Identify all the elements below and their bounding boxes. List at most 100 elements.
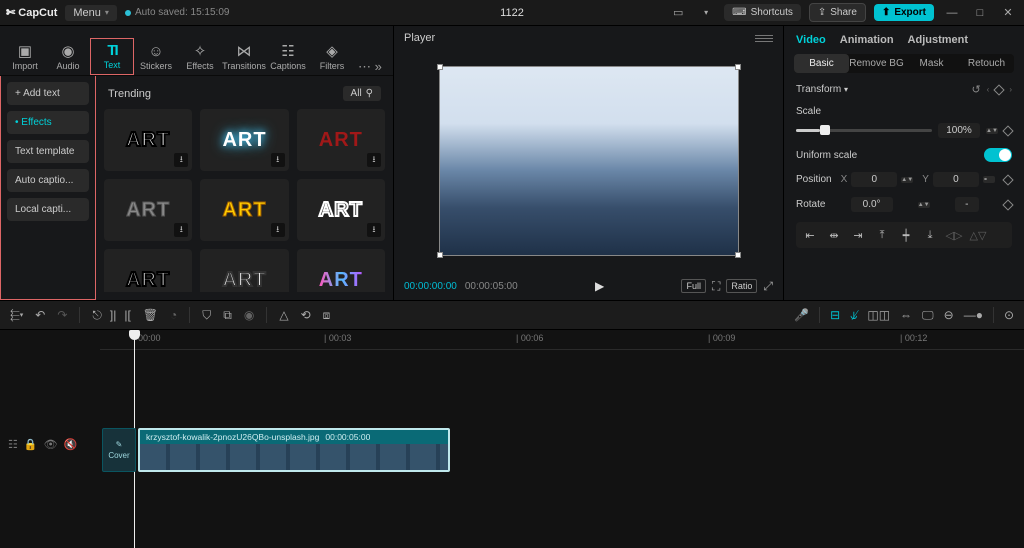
tab-transitions[interactable]: ⋈ Transitions bbox=[222, 40, 266, 75]
effect-thumb[interactable]: ART⭳ bbox=[297, 179, 385, 241]
expand-icon[interactable]: ⛶ bbox=[712, 279, 720, 294]
tab-filters[interactable]: ◈ Filters bbox=[310, 40, 354, 75]
download-icon[interactable]: ⭳ bbox=[271, 223, 285, 237]
layout-chevron-icon[interactable]: ▾ bbox=[696, 3, 716, 23]
play-button[interactable]: ▶ bbox=[595, 279, 604, 293]
pos-y-stepper[interactable]: ⚭ bbox=[983, 176, 995, 183]
subnav-effects[interactable]: • Effects bbox=[7, 111, 89, 134]
maximize-button[interactable]: □ bbox=[970, 3, 990, 23]
effect-thumb[interactable]: ART bbox=[200, 249, 288, 292]
minimize-button[interactable]: — bbox=[942, 3, 962, 23]
effect-thumb[interactable]: ART⭳ bbox=[104, 109, 192, 171]
gallery-filter-all[interactable]: All ⚲ bbox=[343, 86, 381, 101]
fullscreen-icon[interactable]: ⤢ bbox=[763, 279, 773, 294]
scale-value[interactable]: 100% bbox=[938, 123, 980, 138]
effect-thumb[interactable]: ART⭳ bbox=[297, 109, 385, 171]
download-icon[interactable]: ⭳ bbox=[367, 223, 381, 237]
marker-icon[interactable]: ◔ bbox=[170, 308, 177, 322]
next-keyframe-icon[interactable]: › bbox=[1009, 85, 1012, 94]
select-tool-icon[interactable]: ⬱ ▾ bbox=[10, 308, 23, 323]
pos-y-input[interactable]: 0 bbox=[933, 172, 979, 187]
tab-audio[interactable]: ◉ Audio bbox=[46, 40, 90, 75]
track-settings-icon[interactable]: ☷ bbox=[8, 438, 18, 451]
ratio-button[interactable]: Ratio bbox=[726, 279, 757, 293]
scale-slider[interactable] bbox=[796, 129, 932, 132]
effect-thumb[interactable]: ART bbox=[104, 249, 192, 292]
pos-x-stepper[interactable]: ▲▼ bbox=[901, 177, 913, 183]
close-button[interactable]: ✕ bbox=[998, 3, 1018, 23]
download-icon[interactable]: ⭳ bbox=[174, 153, 188, 167]
layout-icon[interactable]: ▭ bbox=[668, 3, 688, 23]
rotate-stepper[interactable]: ▲▼ bbox=[918, 202, 930, 208]
flip-h-icon[interactable]: ◁▷ bbox=[944, 226, 964, 244]
align-clip-icon[interactable]: ⇔ bbox=[900, 308, 912, 322]
subnav-auto-captions[interactable]: Auto captio... bbox=[7, 169, 89, 192]
shortcuts-button[interactable]: ⌨ Shortcuts bbox=[724, 4, 801, 21]
mirror-icon[interactable]: △ bbox=[279, 308, 288, 322]
inspector-tab-video[interactable]: Video bbox=[796, 34, 826, 46]
tab-stickers[interactable]: ☺ Stickers bbox=[134, 40, 178, 75]
tab-captions[interactable]: ☷ Captions bbox=[266, 40, 310, 75]
player-menu-icon[interactable] bbox=[755, 35, 773, 42]
menu-button[interactable]: Menu ▾ bbox=[65, 5, 117, 21]
cover-button[interactable]: ✎ Cover bbox=[102, 428, 136, 472]
full-button[interactable]: Full bbox=[681, 279, 706, 293]
scale-keyframe-icon[interactable] bbox=[1002, 125, 1013, 136]
mic-icon[interactable]: 🎤 bbox=[794, 308, 809, 322]
subnav-add-text[interactable]: + Add text bbox=[7, 82, 89, 105]
effect-thumb[interactable]: ART⭳ bbox=[200, 109, 288, 171]
more-tabs-icon[interactable]: ⋯ » bbox=[354, 59, 386, 75]
align-top-icon[interactable]: ⤒ bbox=[872, 226, 892, 244]
scale-stepper[interactable]: ▲▼ bbox=[986, 128, 998, 134]
rotate-unit[interactable]: - bbox=[955, 197, 979, 212]
rotate-keyframe-icon[interactable] bbox=[1002, 199, 1013, 210]
inspector-tab-animation[interactable]: Animation bbox=[840, 34, 894, 46]
player-viewport[interactable] bbox=[394, 50, 783, 272]
zoom-out-icon[interactable]: ⊖ bbox=[944, 308, 954, 322]
export-button[interactable]: ⬆ Export bbox=[874, 4, 934, 21]
split-right-icon[interactable]: |[ bbox=[124, 308, 130, 322]
inspector-tab-adjustment[interactable]: Adjustment bbox=[908, 34, 969, 46]
split-left-icon[interactable]: ]| bbox=[110, 308, 116, 322]
subtab-basic[interactable]: Basic bbox=[794, 54, 849, 73]
align-vcenter-icon[interactable]: ┿ bbox=[896, 226, 916, 244]
link-icon[interactable]: ◫◫ bbox=[867, 308, 890, 322]
handle-tr[interactable] bbox=[735, 64, 741, 70]
record-icon[interactable]: ◉ bbox=[244, 308, 254, 322]
keyframe-icon[interactable] bbox=[994, 84, 1005, 95]
download-icon[interactable]: ⭳ bbox=[174, 223, 188, 237]
tab-effects[interactable]: ✧ Effects bbox=[178, 40, 222, 75]
magnet-on-icon[interactable]: ⊟ bbox=[830, 308, 840, 322]
handle-tl[interactable] bbox=[437, 64, 443, 70]
flip-v-icon[interactable]: △▽ bbox=[968, 226, 988, 244]
align-hcenter-icon[interactable]: ⇹ bbox=[824, 226, 844, 244]
snap-icon[interactable]: ⫝̸ bbox=[850, 308, 857, 323]
pos-x-input[interactable]: 0 bbox=[851, 172, 897, 187]
timeline-clip[interactable]: krzysztof-kowalik-2pnozU26QBo-unsplash.j… bbox=[138, 428, 450, 472]
crop-icon[interactable]: ⧈ bbox=[323, 308, 331, 323]
shield-icon[interactable]: ⛉ bbox=[202, 308, 211, 323]
handle-br[interactable] bbox=[735, 252, 741, 258]
subtab-removebg[interactable]: Remove BG bbox=[849, 54, 904, 73]
subtab-retouch[interactable]: Retouch bbox=[959, 54, 1014, 73]
track-visible-icon[interactable]: 👁 bbox=[44, 438, 58, 451]
align-left-icon[interactable]: ⇤ bbox=[800, 226, 820, 244]
rotate-value[interactable]: 0.0° bbox=[851, 197, 893, 212]
reset-transform-icon[interactable]: ↺ bbox=[971, 83, 980, 96]
delete-icon[interactable]: 🗑 bbox=[143, 308, 158, 322]
rotate-icon[interactable]: ⟲ bbox=[301, 308, 311, 322]
download-icon[interactable]: ⭳ bbox=[367, 153, 381, 167]
prev-keyframe-icon[interactable]: ‹ bbox=[987, 85, 990, 94]
uniform-scale-toggle[interactable] bbox=[984, 148, 1012, 162]
zoom-slider[interactable]: —● bbox=[964, 308, 983, 322]
track-lock-icon[interactable]: 🔒 bbox=[24, 438, 38, 451]
effect-thumb[interactable]: ART bbox=[297, 249, 385, 292]
transform-header[interactable]: Transform ▾ bbox=[796, 84, 848, 95]
position-keyframe-icon[interactable] bbox=[1002, 174, 1013, 185]
share-button[interactable]: ⇪ Share bbox=[809, 3, 866, 22]
subtab-mask[interactable]: Mask bbox=[904, 54, 959, 73]
align-right-icon[interactable]: ⇥ bbox=[848, 226, 868, 244]
undo-icon[interactable]: ↶ bbox=[35, 308, 45, 322]
redo-icon[interactable]: ↷ bbox=[57, 308, 67, 322]
subnav-local-captions[interactable]: Local capti... bbox=[7, 198, 89, 221]
